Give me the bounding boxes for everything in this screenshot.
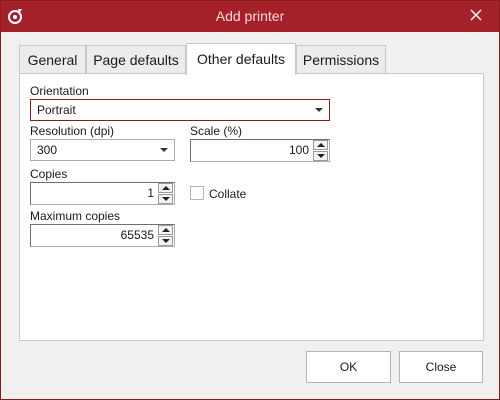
scale-value: 100 [288,143,309,157]
ok-button[interactable]: OK [306,351,391,383]
copies-value: 1 [147,186,154,200]
resolution-label: Resolution (dpi) [30,124,115,138]
copies-stepper[interactable]: 1 [30,182,175,205]
copies-spin-buttons [158,183,174,204]
orientation-value: Portrait [37,103,76,117]
close-window-button[interactable] [453,1,499,32]
scale-spin-buttons [313,140,329,161]
resolution-value: 300 [37,143,58,157]
scale-label: Scale (%) [190,124,243,138]
close-icon [470,9,482,24]
other-defaults-panel: Orientation Portrait Resolution (dpi) 30… [19,73,484,341]
chevron-down-icon [160,148,168,152]
close-button[interactable]: Close [399,351,483,383]
spin-up-icon[interactable] [313,140,328,150]
max-copies-value: 65535 [120,228,154,242]
spin-down-icon[interactable] [313,151,328,161]
copies-label: Copies [30,167,68,181]
tab-other-defaults[interactable]: Other defaults [186,43,296,75]
tab-page-defaults[interactable]: Page defaults [86,45,186,74]
spin-down-icon[interactable] [158,194,173,204]
max-copies-spin-buttons [158,225,174,246]
chevron-down-icon [315,108,323,112]
orientation-select[interactable]: Portrait [30,99,330,121]
spin-down-icon[interactable] [158,236,173,246]
spin-up-icon[interactable] [158,225,173,235]
collate-label: Collate [209,187,247,201]
spin-up-icon[interactable] [158,183,173,193]
add-printer-dialog: Add printer General Page defaults Other … [0,0,500,400]
tab-permissions[interactable]: Permissions [296,45,386,74]
max-copies-label: Maximum copies [30,209,121,223]
title-bar[interactable]: Add printer [1,1,499,32]
max-copies-stepper[interactable]: 65535 [30,224,175,247]
collate-checkbox[interactable] [190,186,204,200]
tab-general[interactable]: General [19,45,86,74]
orientation-label: Orientation [30,84,89,98]
scale-stepper[interactable]: 100 [190,139,330,162]
app-logo-icon [7,7,25,25]
resolution-select[interactable]: 300 [30,139,175,161]
window-title: Add printer [215,8,285,24]
